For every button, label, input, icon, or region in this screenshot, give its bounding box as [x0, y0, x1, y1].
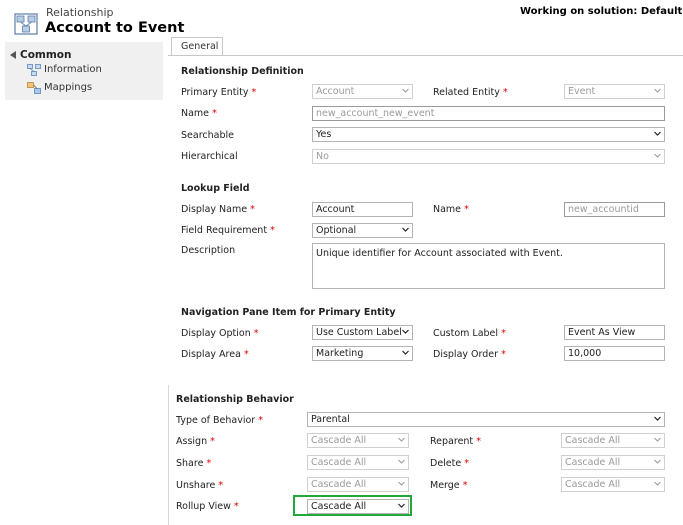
related-entity-select[interactable]: Event [564, 84, 665, 99]
display-area-select[interactable]: Marketing [312, 346, 413, 361]
chevron-down-icon [402, 349, 409, 355]
rollup-view-highlight [293, 495, 412, 516]
chevron-down-icon [654, 458, 661, 464]
share-select[interactable]: Cascade All [307, 455, 409, 470]
unshare-select[interactable]: Cascade All [307, 477, 409, 492]
rollup-view-label: Rollup View * [176, 501, 239, 512]
page-title: Account to Event [45, 20, 185, 36]
related-entity-label: Related Entity * [433, 87, 508, 98]
reparent-label: Reparent * [430, 436, 481, 447]
primary-entity-label: Primary Entity * [181, 87, 257, 98]
nav-section-common[interactable]: Common [20, 49, 72, 61]
tab-divider [168, 55, 683, 56]
delete-select[interactable]: Cascade All [561, 455, 665, 470]
primary-entity-select[interactable]: Account [312, 84, 413, 99]
section-relationship-behavior: Relationship Behavior [176, 394, 294, 405]
chevron-down-icon [398, 436, 405, 442]
display-option-label: Display Option * [181, 328, 259, 339]
type-of-behavior-select[interactable]: Parental [307, 412, 665, 427]
entity-type-label: Relationship [46, 6, 114, 19]
lookup-name-input[interactable]: new_accountid [564, 202, 665, 217]
hierarchical-select[interactable]: No [312, 149, 665, 164]
chevron-down-icon [398, 458, 405, 464]
lookup-name-label: Name * [433, 204, 469, 215]
relationship-entity-icon [14, 13, 38, 35]
section-relationship-definition: Relationship Definition [181, 66, 304, 77]
chevron-down-icon [654, 480, 661, 486]
chevron-down-icon [654, 415, 661, 421]
tab-general-label: General [181, 41, 219, 52]
chevron-down-icon [654, 130, 661, 136]
nav-item-mappings[interactable]: Mappings [44, 82, 92, 93]
reparent-select[interactable]: Cascade All [561, 433, 665, 448]
relationship-name-input[interactable]: new_account_new_event [312, 106, 665, 121]
mappings-icon [27, 82, 41, 94]
custom-label-input[interactable]: Event As View [564, 325, 665, 340]
field-requirement-select[interactable]: Optional [312, 223, 413, 238]
chevron-down-icon [654, 152, 661, 158]
searchable-label: Searchable [181, 130, 234, 141]
unshare-label: Unshare * [176, 480, 224, 491]
assign-select[interactable]: Cascade All [307, 433, 409, 448]
chevron-down-icon [398, 480, 405, 486]
chevron-down-icon [402, 226, 409, 232]
field-requirement-label: Field Requirement * [181, 225, 275, 236]
description-label: Description [181, 245, 236, 256]
display-option-select[interactable]: Use Custom Label [312, 325, 413, 340]
solution-indicator: Working on solution: Default Solut [520, 6, 683, 17]
custom-label-label: Custom Label * [433, 328, 506, 339]
merge-select[interactable]: Cascade All [561, 477, 665, 492]
description-textarea[interactable]: Unique identifier for Account associated… [312, 243, 665, 289]
information-icon [27, 64, 41, 76]
display-name-input[interactable]: Account [312, 202, 413, 217]
assign-label: Assign * [176, 436, 215, 447]
section-lookup-field: Lookup Field [181, 183, 250, 194]
merge-label: Merge * [430, 480, 468, 491]
section-navigation-pane: Navigation Pane Item for Primary Entity [181, 307, 396, 318]
delete-label: Delete * [430, 458, 469, 469]
display-order-input[interactable]: 10,000 [564, 346, 665, 361]
display-area-label: Display Area * [181, 349, 249, 360]
chevron-down-icon [654, 436, 661, 442]
display-order-label: Display Order * [433, 349, 506, 360]
share-label: Share * [176, 458, 212, 469]
searchable-select[interactable]: Yes [312, 127, 665, 142]
display-name-label: Display Name * [181, 204, 255, 215]
name-label: Name * [181, 108, 217, 119]
chevron-down-icon [654, 87, 661, 93]
form-border [168, 385, 169, 525]
nav-item-information[interactable]: Information [44, 64, 102, 75]
chevron-down-icon [402, 328, 409, 334]
hierarchical-label: Hierarchical [181, 151, 238, 162]
collapse-triangle-icon[interactable] [10, 51, 16, 59]
chevron-down-icon [402, 87, 409, 93]
type-of-behavior-label: Type of Behavior * [176, 415, 263, 426]
